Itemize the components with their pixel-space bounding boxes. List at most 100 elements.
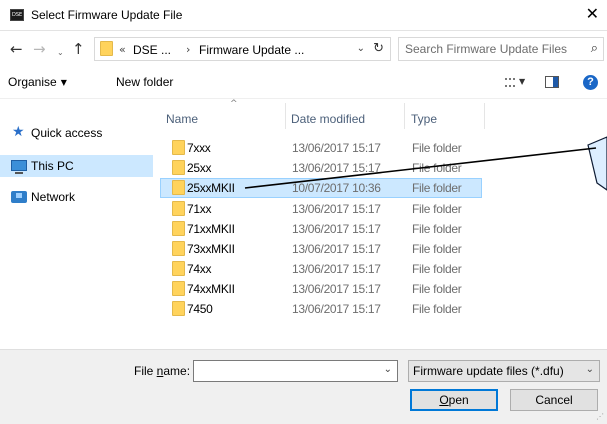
- command-toolbar: Organise ▼ New folder ▼ ?: [0, 67, 607, 99]
- folder-icon: [172, 281, 185, 296]
- file-type: File folder: [412, 242, 462, 256]
- help-icon[interactable]: ?: [583, 75, 598, 90]
- file-name-input[interactable]: [198, 364, 373, 379]
- close-icon[interactable]: ✕: [586, 6, 599, 22]
- file-name: 71xxMKII: [187, 222, 235, 236]
- file-name-label: File name:: [134, 364, 190, 378]
- back-arrow-icon[interactable]: ←: [10, 41, 23, 57]
- folder-icon: [172, 221, 185, 236]
- file-name-label-part: ame:: [163, 364, 191, 378]
- nav-item-label: This PC: [31, 159, 74, 173]
- organise-button[interactable]: Organise ▼: [8, 75, 67, 89]
- file-name-label-part: File: [134, 364, 157, 378]
- file-date: 10/07/2017 10:36: [292, 181, 381, 195]
- app-icon: [10, 9, 24, 21]
- column-header-type[interactable]: Type: [405, 99, 485, 131]
- file-type: File folder: [412, 161, 462, 175]
- sort-ascending-icon: ^: [230, 99, 238, 109]
- open-label: pen: [448, 393, 469, 407]
- file-name-combobox[interactable]: ⌄: [193, 360, 398, 382]
- file-name: 74xx: [187, 262, 212, 276]
- folder-icon: [172, 140, 185, 155]
- new-folder-button[interactable]: New folder: [116, 75, 173, 89]
- breadcrumb-segment[interactable]: DSE ...: [133, 43, 171, 57]
- address-bar[interactable]: « DSE ... › Firmware Update ... ⌄ ↻: [94, 37, 391, 61]
- file-row[interactable]: 73xxMKII 13/06/2017 15:17 File folder: [160, 239, 482, 259]
- caret-down-icon: ▼: [60, 78, 67, 87]
- file-date: 13/06/2017 15:17: [292, 222, 381, 236]
- file-type: File folder: [412, 262, 462, 276]
- column-header-label: Type: [411, 112, 438, 126]
- preview-pane-icon[interactable]: [545, 76, 559, 88]
- column-header-name[interactable]: ^ Name: [160, 99, 285, 131]
- folder-icon: [172, 241, 185, 256]
- view-options-icon[interactable]: [505, 78, 515, 87]
- search-input[interactable]: [405, 41, 575, 57]
- resize-grip-icon[interactable]: ⋰: [596, 412, 604, 421]
- dialog-footer: File name: ⌄ Firmware update files (*.df…: [0, 349, 607, 424]
- breadcrumb-segment[interactable]: Firmware Update ...: [199, 43, 304, 57]
- recent-locations-chevron-icon[interactable]: ⌄: [57, 45, 64, 61]
- folder-icon: [172, 180, 185, 195]
- overflow-chevron-icon[interactable]: «: [119, 43, 126, 56]
- computer-icon: [11, 160, 27, 174]
- file-list: ^ Name Date modified Type 7xxx 13/06/201…: [155, 99, 607, 349]
- nav-item-network[interactable]: Network: [0, 186, 153, 208]
- file-name: 73xxMKII: [187, 242, 235, 256]
- file-type-filter-select[interactable]: Firmware update files (*.dfu) ⌄: [408, 360, 600, 382]
- address-dropdown-icon[interactable]: ⌄: [357, 43, 365, 54]
- search-icon[interactable]: ⌕: [591, 41, 598, 56]
- title-bar: Select Firmware Update File ✕: [0, 0, 607, 31]
- open-accesskey: O: [439, 393, 449, 407]
- file-date: 13/06/2017 15:17: [292, 282, 381, 296]
- navigation-pane: ★ Quick access This PC Network: [0, 99, 153, 349]
- file-type: File folder: [412, 202, 462, 216]
- folder-icon: [172, 301, 185, 316]
- file-row[interactable]: 71xx 13/06/2017 15:17 File folder: [160, 199, 482, 219]
- file-type: File folder: [412, 141, 462, 155]
- file-type: File folder: [412, 181, 462, 195]
- file-type: File folder: [412, 302, 462, 316]
- refresh-icon[interactable]: ↻: [373, 41, 384, 56]
- file-type: File folder: [412, 282, 462, 296]
- file-name: 25xx: [187, 161, 212, 175]
- folder-icon: [100, 41, 113, 56]
- forward-arrow-icon[interactable]: →: [33, 41, 46, 57]
- star-icon: ★: [12, 124, 25, 140]
- file-name: 25xxMKII: [187, 181, 235, 195]
- file-row-selected[interactable]: 25xxMKII 10/07/2017 10:36 File folder: [160, 178, 482, 198]
- file-row[interactable]: 74xxMKII 13/06/2017 15:17 File folder: [160, 279, 482, 299]
- file-name-dropdown-icon[interactable]: ⌄: [384, 364, 392, 375]
- search-box[interactable]: ⌕: [398, 37, 604, 61]
- view-caret-icon[interactable]: ▼: [519, 77, 525, 86]
- file-type-dropdown-icon[interactable]: ⌄: [586, 364, 594, 375]
- nav-item-label: Network: [31, 190, 76, 204]
- file-date: 13/06/2017 15:17: [292, 141, 381, 155]
- file-name: 71xx: [187, 202, 212, 216]
- file-name: 74xxMKII: [187, 282, 235, 296]
- file-row[interactable]: 7450 13/06/2017 15:17 File folder: [160, 299, 482, 319]
- column-divider[interactable]: [484, 103, 485, 129]
- file-date: 13/06/2017 15:17: [292, 161, 381, 175]
- folder-icon: [172, 261, 185, 276]
- organise-label: Organise: [8, 75, 57, 89]
- file-type: File folder: [412, 222, 462, 236]
- folder-icon: [172, 160, 185, 175]
- cancel-button[interactable]: Cancel: [510, 389, 598, 411]
- breadcrumb-separator-icon[interactable]: ›: [186, 43, 190, 56]
- nav-item-quick-access[interactable]: ★ Quick access: [0, 122, 153, 144]
- column-header-date-modified[interactable]: Date modified: [285, 99, 405, 131]
- file-row[interactable]: 25xx 13/06/2017 15:17 File folder: [160, 158, 482, 178]
- up-arrow-icon[interactable]: ↑: [72, 41, 85, 57]
- file-name: 7xxx: [187, 141, 211, 155]
- open-button[interactable]: Open: [410, 389, 498, 411]
- file-row[interactable]: 71xxMKII 13/06/2017 15:17 File folder: [160, 219, 482, 239]
- file-date: 13/06/2017 15:17: [292, 302, 381, 316]
- column-header-label: Name: [166, 112, 199, 126]
- file-type-filter-value: Firmware update files (*.dfu): [413, 364, 564, 378]
- file-row[interactable]: 7xxx 13/06/2017 15:17 File folder: [160, 138, 482, 158]
- window-title: Select Firmware Update File: [31, 8, 183, 22]
- nav-item-this-pc[interactable]: This PC: [0, 155, 153, 177]
- file-date: 13/06/2017 15:17: [292, 262, 381, 276]
- file-row[interactable]: 74xx 13/06/2017 15:17 File folder: [160, 259, 482, 279]
